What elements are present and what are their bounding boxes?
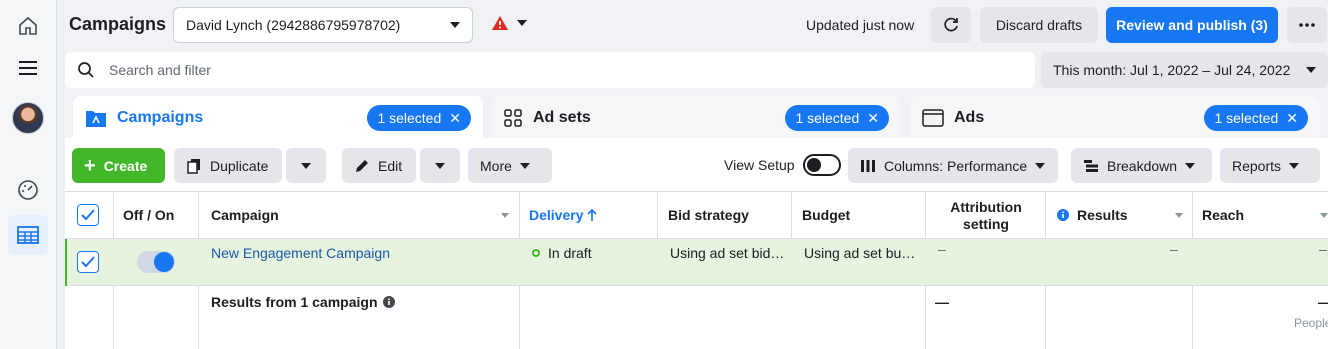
results-cell: – xyxy=(1170,241,1178,257)
more-button[interactable]: More xyxy=(468,148,552,183)
dashboard-gauge-icon[interactable] xyxy=(8,170,48,210)
campaign-on-off-toggle[interactable] xyxy=(137,251,175,273)
discard-drafts-button[interactable]: Discard drafts xyxy=(980,7,1098,43)
close-icon[interactable]: ✕ xyxy=(867,110,879,127)
breakdown-icon xyxy=(1084,159,1098,172)
chevron-down-icon xyxy=(1185,162,1196,169)
header-attribution-setting[interactable]: Attribution setting xyxy=(936,199,1036,233)
refresh-icon xyxy=(944,17,958,32)
reports-dropdown[interactable]: Reports xyxy=(1220,148,1320,183)
view-setup-label: View Setup xyxy=(724,157,795,173)
summary-reach: — xyxy=(1318,294,1328,310)
more-options-button[interactable] xyxy=(1287,7,1327,43)
summary-label: Results from 1 campaign xyxy=(211,294,395,310)
account-select[interactable]: David Lynch (2942886795978702) xyxy=(173,7,473,43)
updated-status: Updated just now xyxy=(806,17,915,33)
check-icon xyxy=(81,256,95,268)
info-icon xyxy=(1057,209,1069,221)
home-icon[interactable] xyxy=(8,6,48,46)
sort-ascending-icon xyxy=(587,208,598,221)
tab-label: Ad sets xyxy=(533,109,591,126)
campaign-name-link[interactable]: New Engagement Campaign xyxy=(211,245,390,261)
tab-label: Campaigns xyxy=(117,109,204,126)
status-dot-icon xyxy=(532,249,540,257)
duplicate-icon xyxy=(187,158,200,174)
refresh-button[interactable] xyxy=(931,7,971,43)
header-budget[interactable]: Budget xyxy=(802,207,850,223)
select-all-checkbox[interactable] xyxy=(77,204,99,226)
page-title: Campaigns xyxy=(69,14,167,34)
summary-reach-unit: People xyxy=(1294,316,1328,330)
campaign-folder-icon xyxy=(86,111,106,127)
pencil-icon xyxy=(356,159,368,172)
check-icon xyxy=(81,209,95,221)
columns-dropdown[interactable]: Columns: Performance xyxy=(848,148,1058,183)
header-bid-strategy[interactable]: Bid strategy xyxy=(668,207,749,223)
sort-caret-icon[interactable] xyxy=(501,213,509,218)
header-off-on[interactable]: Off / On xyxy=(123,207,174,223)
warning-dropdown[interactable] xyxy=(491,15,527,31)
search-input[interactable]: Search and filter xyxy=(65,52,1035,88)
selected-pill[interactable]: 1 selected ✕ xyxy=(1204,105,1308,131)
search-placeholder: Search and filter xyxy=(109,62,211,78)
duplicate-dropdown[interactable] xyxy=(286,148,326,183)
tab-ads[interactable]: Ads 1 selected ✕ xyxy=(910,96,1320,140)
columns-icon xyxy=(861,159,875,172)
breakdown-dropdown[interactable]: Breakdown xyxy=(1071,148,1212,183)
chevron-down-icon xyxy=(301,162,311,169)
plus-icon: + xyxy=(84,154,96,177)
summary-attribution: — xyxy=(935,294,949,310)
selected-pill[interactable]: 1 selected ✕ xyxy=(367,105,471,131)
chevron-down-icon xyxy=(435,162,445,169)
attribution-cell: – xyxy=(938,241,946,257)
left-rail xyxy=(0,0,57,349)
header-delivery[interactable]: Delivery xyxy=(529,207,598,223)
info-icon[interactable] xyxy=(382,296,395,308)
tab-campaigns[interactable]: Campaigns 1 selected ✕ xyxy=(73,96,483,140)
selected-pill[interactable]: 1 selected ✕ xyxy=(785,105,889,131)
chevron-down-icon xyxy=(1306,67,1316,73)
sort-caret-icon[interactable] xyxy=(1320,213,1328,218)
duplicate-button[interactable]: Duplicate xyxy=(174,148,282,183)
avatar[interactable] xyxy=(8,98,48,138)
ads-manager-table-icon[interactable] xyxy=(8,215,48,255)
tab-ad-sets[interactable]: Ad sets 1 selected ✕ xyxy=(491,96,901,140)
date-range-label: This month: Jul 1, 2022 – Jul 24, 2022 xyxy=(1053,62,1291,78)
reach-cell: – xyxy=(1319,241,1327,257)
create-button[interactable]: + Create xyxy=(72,148,165,183)
chevron-down-icon xyxy=(519,162,530,169)
header-results[interactable]: Results xyxy=(1057,207,1128,223)
view-setup-toggle[interactable] xyxy=(803,154,841,176)
header-reach[interactable]: Reach xyxy=(1202,207,1244,223)
chevron-down-icon xyxy=(517,20,527,26)
row-checkbox[interactable] xyxy=(77,251,99,273)
chevron-down-icon xyxy=(1289,162,1300,169)
account-name: David Lynch (2942886795978702) xyxy=(186,17,401,33)
tab-label: Ads xyxy=(954,109,985,126)
budget-cell: Using ad set bu… xyxy=(804,245,916,261)
review-and-publish-button[interactable]: Review and publish (3) xyxy=(1106,7,1278,43)
delivery-status: In draft xyxy=(532,245,592,261)
close-icon[interactable]: ✕ xyxy=(449,110,461,127)
chevron-down-icon xyxy=(1035,162,1046,169)
header-campaign[interactable]: Campaign xyxy=(211,207,279,223)
top-bar: Campaigns David Lynch (2942886795978702)… xyxy=(57,0,1328,50)
edit-button[interactable]: Edit xyxy=(342,148,416,183)
warning-icon xyxy=(492,16,508,30)
date-range-picker[interactable]: This month: Jul 1, 2022 – Jul 24, 2022 xyxy=(1041,52,1328,88)
ads-window-icon xyxy=(922,109,944,127)
chevron-down-icon xyxy=(450,22,460,28)
ad-sets-grid-icon xyxy=(504,109,522,127)
edit-dropdown[interactable] xyxy=(420,148,460,183)
sort-caret-icon[interactable] xyxy=(1175,213,1183,218)
search-icon xyxy=(78,62,94,78)
more-dots-icon xyxy=(1299,23,1315,27)
bid-strategy-cell: Using ad set bid… xyxy=(670,245,785,261)
close-icon[interactable]: ✕ xyxy=(1286,110,1298,127)
menu-icon[interactable] xyxy=(8,48,48,88)
campaigns-panel: + Create Duplicate Edit More View Setup … xyxy=(65,138,1328,349)
